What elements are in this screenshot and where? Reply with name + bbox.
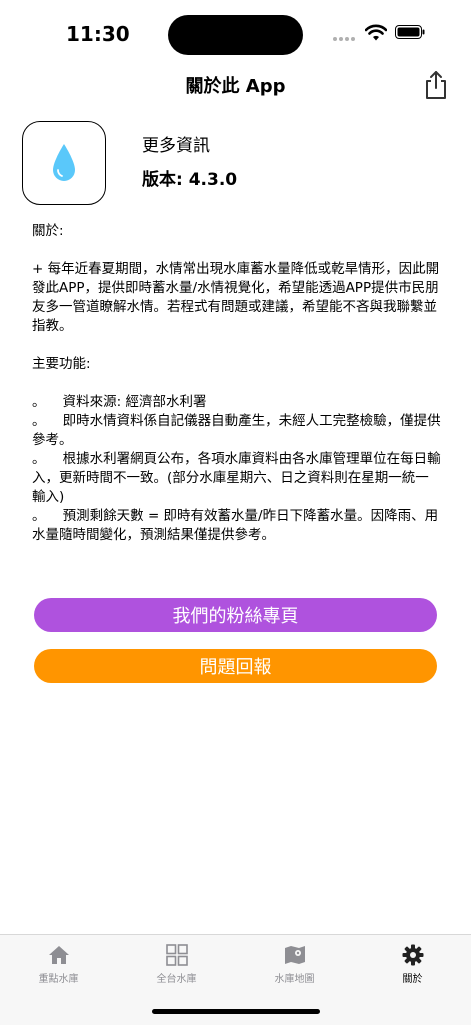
water-drop-icon [53, 144, 75, 181]
page-title: 關於此 App [185, 76, 286, 97]
feedback-button[interactable]: 問題回報 [34, 649, 437, 683]
share-icon[interactable] [422, 70, 450, 100]
app-icon [22, 121, 106, 205]
version-label: 版本: 4.3.0 [142, 170, 238, 190]
tab-label: 全台水庫 [156, 974, 197, 985]
home-icon [48, 946, 69, 964]
tab-label: 重點水庫 [38, 974, 79, 985]
grid-icon [165, 944, 188, 966]
home-indicator [152, 1009, 320, 1014]
tab-about[interactable]: 關於 [354, 943, 471, 985]
tab-label: 關於 [402, 974, 423, 985]
about-text: 關於: + 每年近春夏期間，水情常出現水庫蓄水量降低或乾旱情形，因此開發此APP… [32, 223, 441, 543]
gear-icon [402, 944, 423, 966]
cellular-signal-icon [333, 37, 355, 41]
status-bar: 11:30 [0, 0, 471, 70]
fan-page-button[interactable]: 我們的粉絲專頁 [34, 598, 437, 632]
status-time: 11:30 [66, 22, 130, 46]
tab-label: 水庫地圖 [274, 974, 315, 985]
tab-key-reservoirs[interactable]: 重點水庫 [0, 943, 117, 985]
wifi-icon [365, 24, 387, 41]
battery-icon [395, 25, 425, 39]
map-icon [284, 946, 305, 964]
dynamic-island [168, 15, 303, 55]
tab-all-reservoirs[interactable]: 全台水庫 [118, 943, 235, 985]
more-info-label: 更多資訊 [142, 136, 210, 156]
tab-reservoir-map[interactable]: 水庫地圖 [236, 943, 353, 985]
